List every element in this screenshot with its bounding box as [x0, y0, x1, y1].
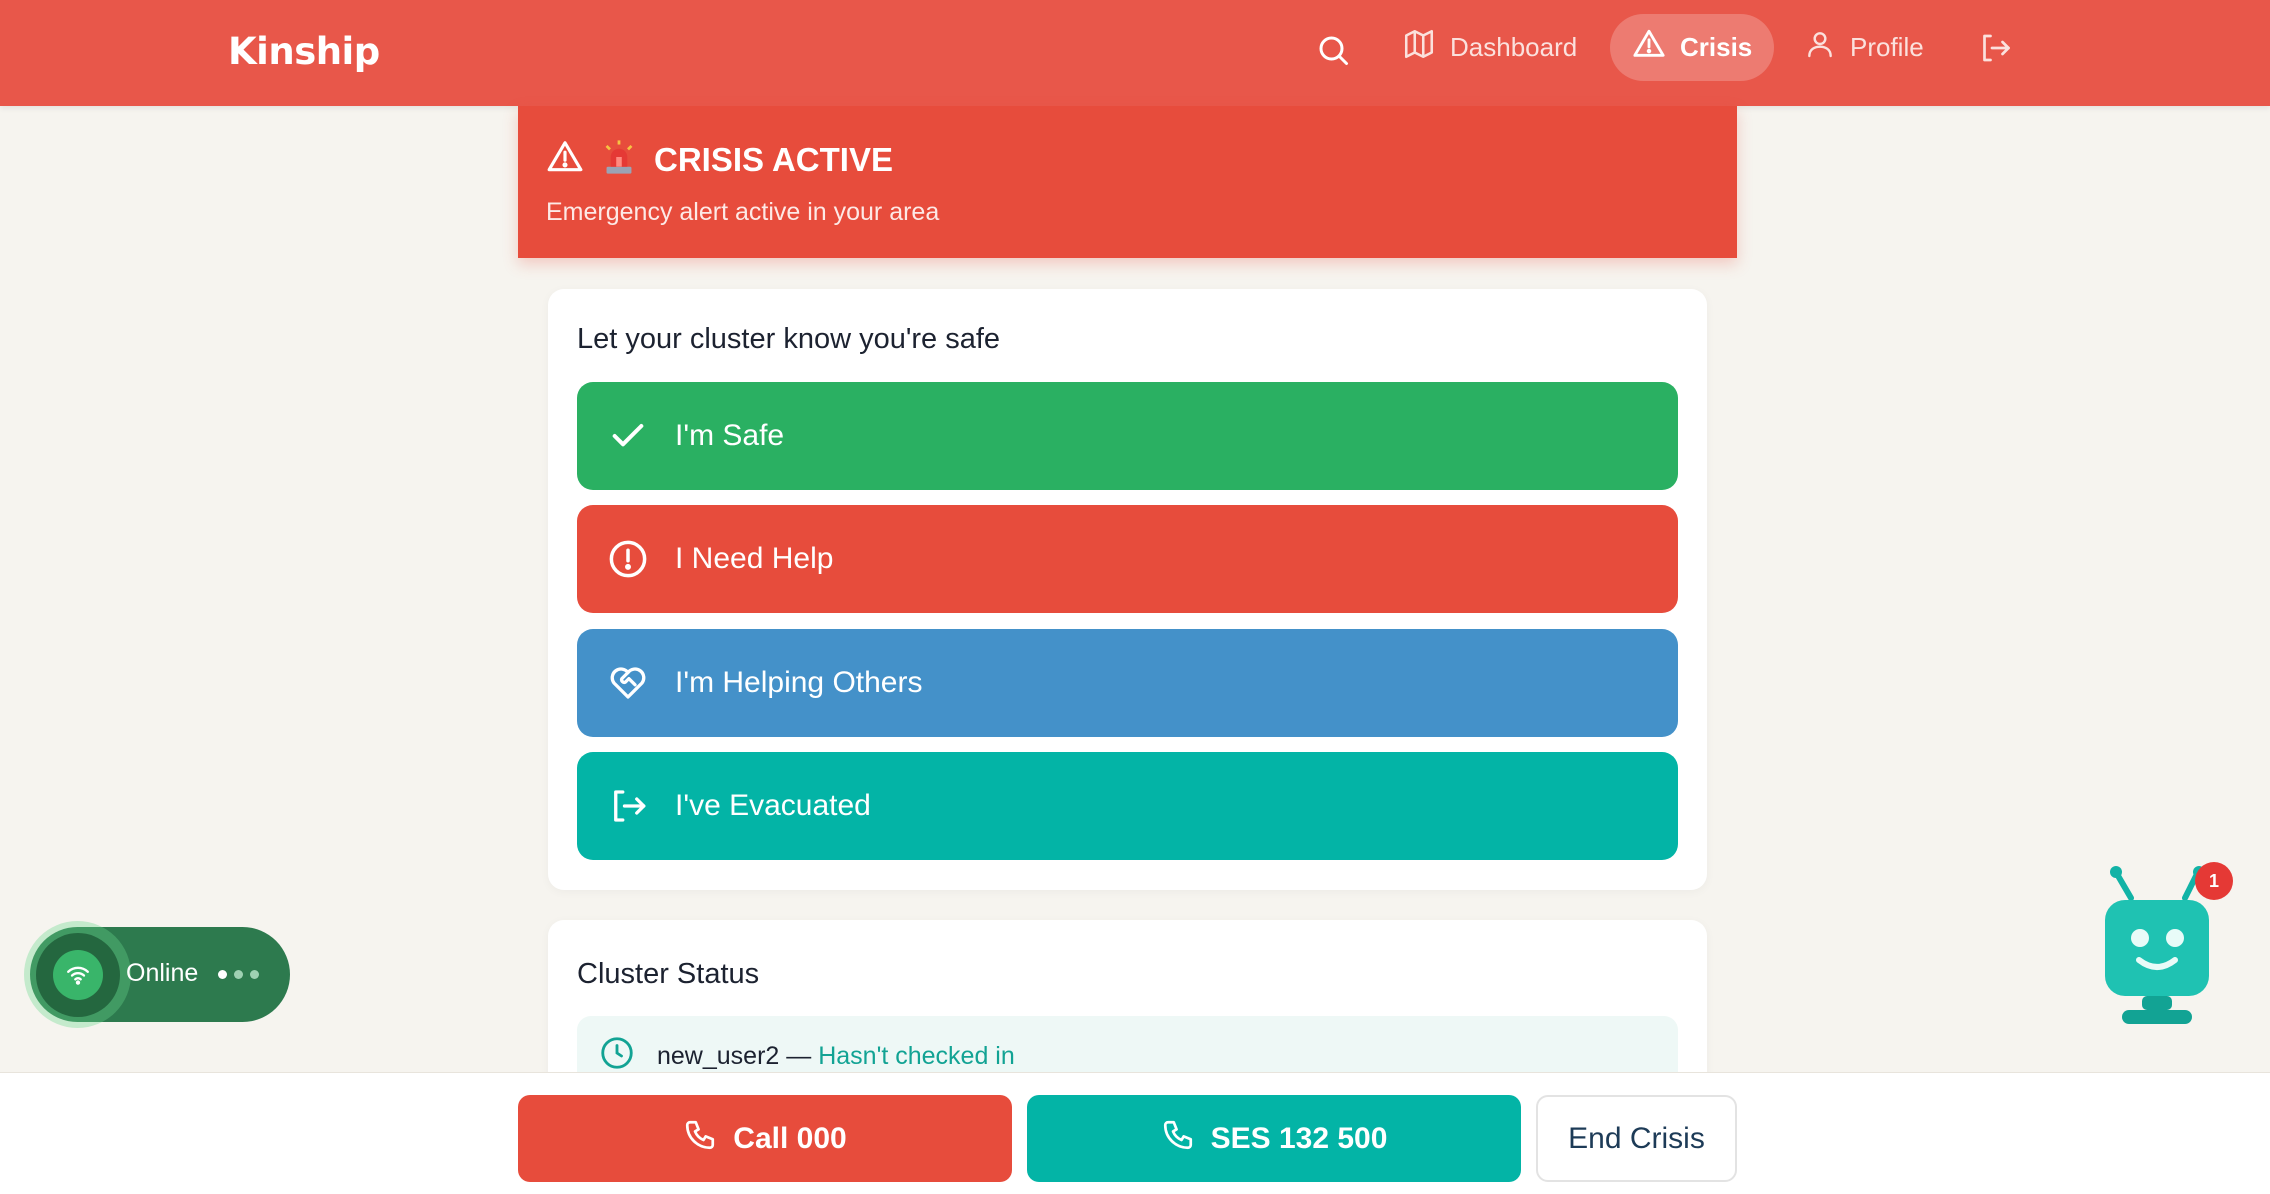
- exit-icon: [607, 785, 649, 827]
- end-crisis-button[interactable]: End Crisis: [1536, 1095, 1737, 1182]
- warning-triangle-icon: [546, 138, 584, 181]
- wifi-icon: [53, 950, 103, 1000]
- assistant-robot-button[interactable]: 1: [2095, 862, 2245, 1032]
- nav-profile[interactable]: Profile: [1782, 14, 1946, 81]
- safety-card-title: Let your cluster know you're safe: [577, 323, 1001, 355]
- online-indicator: [36, 933, 120, 1017]
- map-icon: [1402, 27, 1436, 68]
- safety-checkin-card: Let your cluster know you're safe I'm Sa…: [548, 289, 1707, 890]
- im-safe-button[interactable]: I'm Safe: [577, 382, 1678, 490]
- member-separator: —: [779, 1041, 819, 1070]
- call-000-button[interactable]: Call 000: [518, 1095, 1012, 1182]
- brand-logo[interactable]: Kinship: [228, 30, 380, 73]
- online-label: Online: [126, 959, 199, 987]
- siren-icon: [602, 139, 636, 181]
- helping-others-label: I'm Helping Others: [675, 666, 923, 699]
- nav-dashboard-label: Dashboard: [1450, 32, 1578, 62]
- member-name: new_user2: [657, 1041, 780, 1070]
- banner-subtitle: Emergency alert active in your area: [546, 198, 940, 226]
- connection-status-pill[interactable]: Online: [24, 921, 290, 1028]
- banner-title-row: CRISIS ACTIVE: [546, 138, 893, 181]
- user-icon: [1804, 28, 1836, 67]
- warning-triangle-icon: [1632, 27, 1666, 68]
- evacuated-label: I've Evacuated: [675, 789, 871, 822]
- nav-crisis[interactable]: Crisis: [1610, 14, 1775, 81]
- member-status: Hasn't checked in: [818, 1041, 1015, 1070]
- need-help-label: I Need Help: [675, 542, 834, 575]
- cluster-card-title: Cluster Status: [577, 958, 760, 990]
- nav-profile-label: Profile: [1850, 32, 1924, 62]
- notification-badge: 1: [2195, 862, 2233, 900]
- heart-handshake-icon: [607, 662, 649, 704]
- phone-icon: [1161, 1118, 1195, 1160]
- need-help-button[interactable]: I Need Help: [577, 505, 1678, 613]
- call-ses-label: SES 132 500: [1210, 1121, 1388, 1155]
- nav-dashboard[interactable]: Dashboard: [1380, 14, 1599, 81]
- nav-crisis-label: Crisis: [1680, 32, 1753, 62]
- search-icon[interactable]: [1313, 30, 1353, 70]
- call-000-label: Call 000: [733, 1121, 847, 1155]
- banner-title: CRISIS ACTIVE: [654, 140, 893, 178]
- logout-icon[interactable]: [1975, 28, 2015, 68]
- call-ses-button[interactable]: SES 132 500: [1027, 1095, 1521, 1182]
- im-safe-label: I'm Safe: [675, 419, 785, 452]
- phone-icon: [683, 1118, 717, 1160]
- top-nav-bar: Kinship Dashboard Crisis Profile: [0, 0, 2270, 106]
- crisis-banner: CRISIS ACTIVE Emergency alert active in …: [518, 106, 1737, 258]
- more-dots-icon: [218, 970, 259, 979]
- check-icon: [607, 415, 649, 457]
- evacuated-button[interactable]: I've Evacuated: [577, 752, 1678, 860]
- alert-circle-icon: [607, 538, 649, 580]
- emergency-action-bar: Call 000 SES 132 500 End Crisis: [0, 1072, 2270, 1194]
- helping-others-button[interactable]: I'm Helping Others: [577, 629, 1678, 737]
